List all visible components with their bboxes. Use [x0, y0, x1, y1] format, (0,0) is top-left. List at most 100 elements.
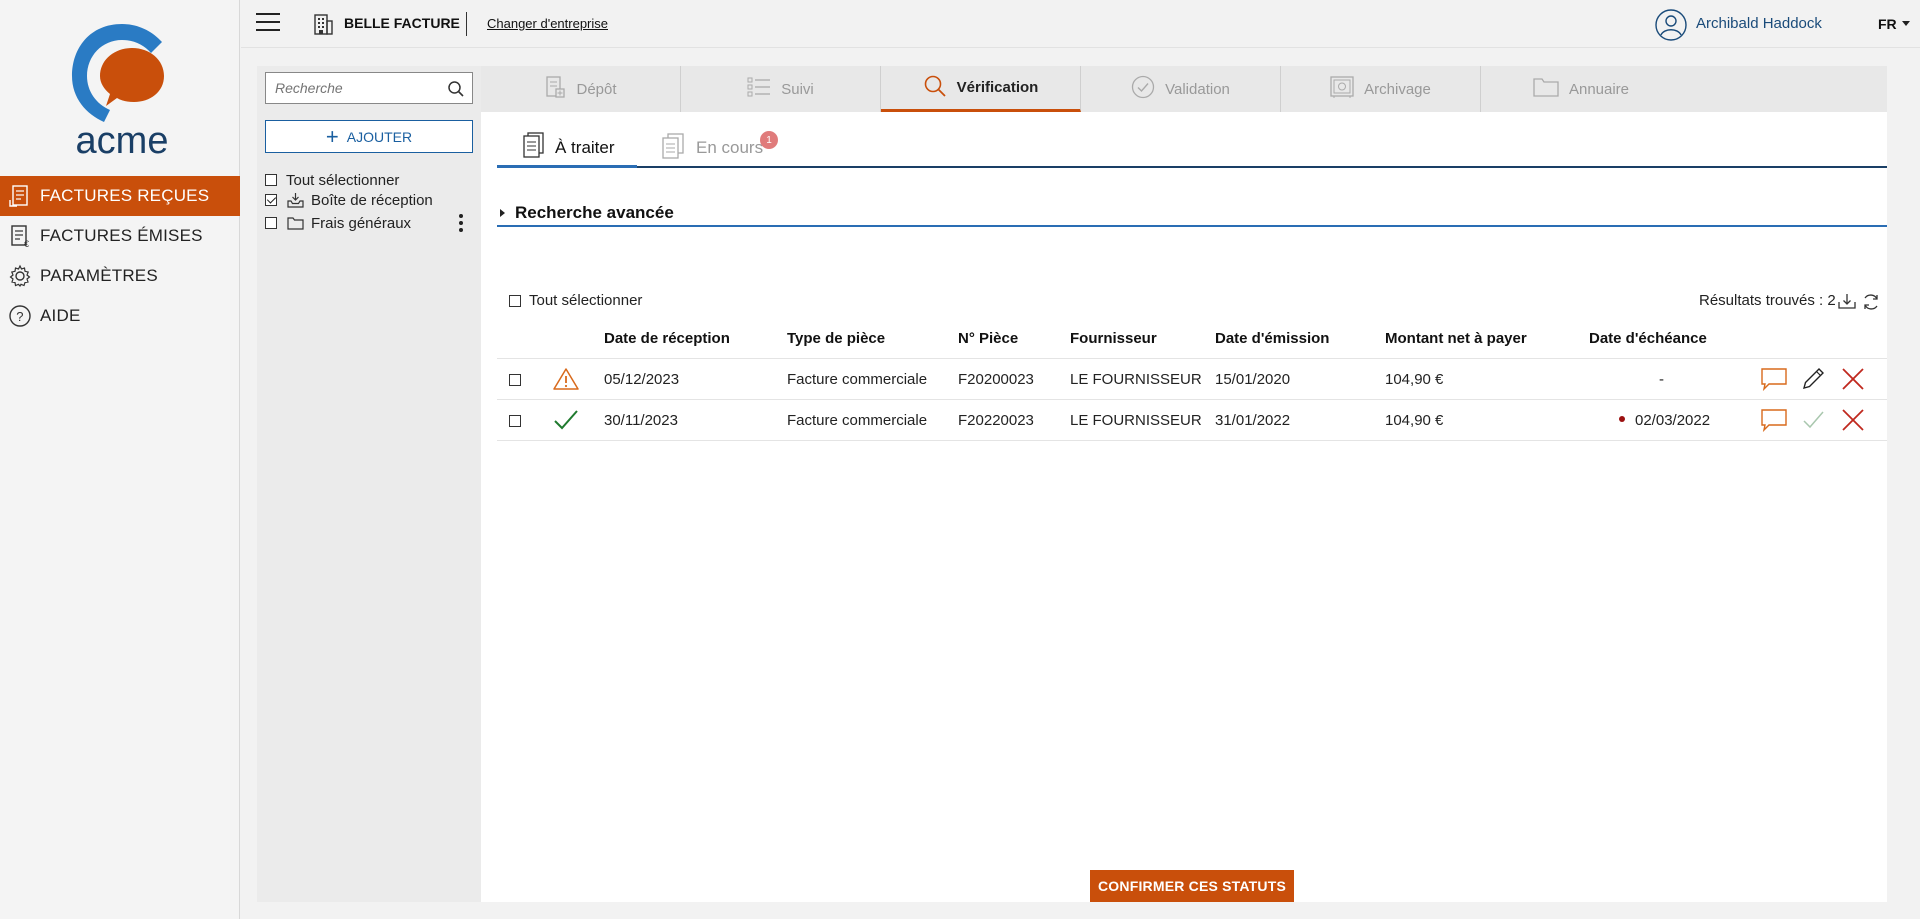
- column-header[interactable]: Date d'émission: [1215, 330, 1329, 347]
- folder-select-all[interactable]: Tout sélectionner: [265, 170, 399, 190]
- search-input[interactable]: [266, 80, 436, 96]
- cell-issue-date: 15/01/2020: [1215, 371, 1291, 388]
- cell-reception-date: 05/12/2023: [604, 371, 680, 388]
- subtab-label: En cours: [696, 138, 764, 157]
- column-header[interactable]: Fournisseur: [1070, 330, 1157, 347]
- column-header[interactable]: Type de pièce: [787, 330, 885, 347]
- folder-search: [265, 72, 473, 104]
- warning-icon: [553, 367, 579, 396]
- divider: [466, 12, 467, 36]
- deposit-icon: [544, 75, 566, 103]
- cell-number: F20200023: [958, 371, 1034, 388]
- comment-icon[interactable]: [1761, 408, 1787, 437]
- cell-due-date: 02/03/2022: [1619, 412, 1710, 429]
- content-panel: [481, 112, 1887, 902]
- tab-label: Vérification: [956, 79, 1039, 96]
- nav-factures-emises[interactable]: € FACTURES ÉMISES: [0, 216, 240, 256]
- nav-parametres[interactable]: PARAMÈTRES: [0, 256, 240, 296]
- column-header[interactable]: Date d'échéance: [1589, 330, 1707, 347]
- column-header[interactable]: Montant net à payer: [1385, 330, 1527, 347]
- cell-issue-date: 31/01/2022: [1215, 412, 1291, 429]
- language-selector[interactable]: FR: [1878, 16, 1897, 32]
- tab-validation[interactable]: Validation: [1081, 66, 1281, 112]
- search-icon: [923, 74, 947, 102]
- tab-label: Validation: [1165, 80, 1230, 98]
- folder-label: Boîte de réception: [311, 191, 433, 209]
- more-options-icon[interactable]: [459, 214, 463, 235]
- company-name: BELLE FACTURE: [344, 15, 460, 31]
- cell-type: Facture commerciale: [787, 412, 928, 429]
- safe-icon: [1330, 75, 1354, 103]
- plus-icon: +: [325, 123, 339, 149]
- folder-label: Frais généraux: [311, 214, 412, 232]
- sidebar: acme FACTURES REÇUES € FACTURES ÉMISES P…: [0, 0, 240, 919]
- advanced-search-label: Recherche avancée: [515, 202, 674, 222]
- overdue-dot-icon: [1619, 416, 1625, 423]
- folder-item-inbox[interactable]: Boîte de réception: [265, 190, 433, 210]
- tab-archivage[interactable]: Archivage: [1281, 66, 1481, 112]
- user-name[interactable]: Archibald Haddock: [1696, 15, 1822, 32]
- list-icon: [747, 76, 771, 102]
- issued-invoices-icon: €: [0, 224, 40, 248]
- advanced-search-toggle[interactable]: Recherche avancée: [497, 200, 1887, 227]
- validate-icon[interactable]: [1801, 408, 1825, 437]
- reject-icon[interactable]: [1841, 367, 1865, 396]
- tab-depot[interactable]: Dépôt: [481, 66, 681, 112]
- row-checkbox[interactable]: [509, 415, 521, 427]
- nav-aide[interactable]: ? AIDE: [0, 296, 240, 336]
- checkbox[interactable]: [265, 194, 277, 206]
- nav-label: AIDE: [40, 306, 81, 325]
- documents-icon: [662, 132, 686, 164]
- checkbox[interactable]: [265, 217, 277, 229]
- subtab-a-traiter[interactable]: À traiter: [497, 130, 637, 168]
- results-count: Résultats trouvés : 2: [1699, 292, 1836, 309]
- nav-label: FACTURES ÉMISES: [40, 226, 203, 245]
- edit-icon[interactable]: [1801, 367, 1825, 396]
- acme-logo[interactable]: acme: [60, 18, 185, 162]
- column-header[interactable]: N° Pièce: [958, 330, 1018, 347]
- download-icon[interactable]: [1838, 293, 1856, 314]
- column-header[interactable]: Date de réception: [604, 330, 730, 347]
- change-company-link[interactable]: Changer d'entreprise: [487, 16, 608, 31]
- count-badge: 1: [760, 131, 778, 149]
- comment-icon[interactable]: [1761, 367, 1787, 396]
- folder-item-frais[interactable]: Frais généraux: [265, 213, 411, 233]
- tab-verification[interactable]: Vérification: [881, 66, 1081, 117]
- nav-factures-recues[interactable]: FACTURES REÇUES: [0, 176, 240, 216]
- table-row[interactable]: 05/12/2023 Facture commerciale F20200023…: [497, 359, 1887, 400]
- reject-icon[interactable]: [1841, 408, 1865, 437]
- logo-mark-icon: acme: [72, 24, 168, 162]
- table-select-all[interactable]: Tout sélectionner: [509, 292, 642, 309]
- cell-amount: 104,90 €: [1385, 412, 1444, 429]
- select-all-label: Tout sélectionner: [529, 292, 643, 309]
- svg-text:?: ?: [16, 309, 23, 324]
- menu-icon[interactable]: [256, 13, 280, 33]
- due-date-text: 02/03/2022: [1635, 412, 1711, 429]
- checkbox[interactable]: [265, 174, 277, 186]
- tab-label: Annuaire: [1568, 80, 1630, 98]
- tab-suivi[interactable]: Suivi: [681, 66, 881, 112]
- chevron-down-icon[interactable]: [1902, 21, 1910, 26]
- cell-type: Facture commerciale: [787, 371, 928, 388]
- user-avatar-icon[interactable]: [1655, 9, 1687, 46]
- check-circle-icon: [1131, 75, 1155, 103]
- cell-number: F20220023: [958, 412, 1034, 429]
- check-icon: [553, 408, 579, 437]
- row-checkbox[interactable]: [509, 374, 521, 386]
- document-icon: [523, 132, 545, 163]
- checkbox[interactable]: [509, 294, 521, 307]
- cell-amount: 104,90 €: [1385, 371, 1444, 388]
- subtab-label: À traiter: [555, 137, 615, 157]
- confirm-statuses-button[interactable]: CONFIRMER CES STATUTS: [1090, 870, 1294, 902]
- search-icon[interactable]: [447, 80, 465, 103]
- table-row[interactable]: 30/11/2023 Facture commerciale F20220023…: [497, 400, 1887, 441]
- add-button[interactable]: + AJOUTER: [265, 120, 473, 153]
- svg-text:€: €: [24, 239, 29, 248]
- tab-annuaire[interactable]: Annuaire: [1481, 66, 1681, 112]
- tab-label: Suivi: [781, 80, 814, 98]
- folder-icon: [287, 216, 304, 230]
- refresh-icon[interactable]: [1862, 293, 1880, 316]
- select-all-label: Tout sélectionner: [286, 171, 400, 189]
- tab-label: Dépôt: [576, 80, 617, 98]
- cell-reception-date: 30/11/2023: [604, 412, 678, 429]
